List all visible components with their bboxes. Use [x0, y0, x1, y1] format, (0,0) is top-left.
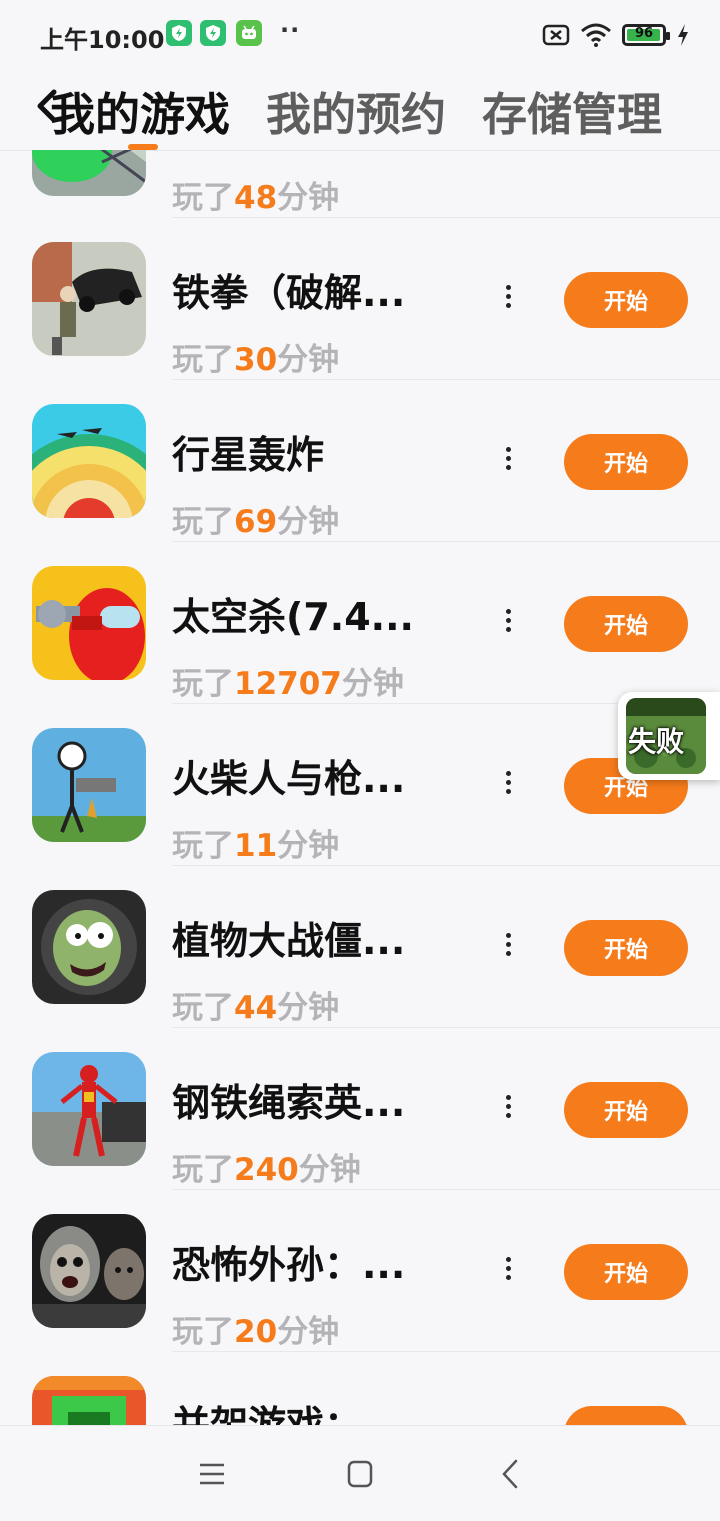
start-button[interactable]: 开始	[564, 596, 688, 652]
game-icon[interactable]	[32, 242, 146, 356]
game-title: 铁拳（破解...	[172, 271, 406, 315]
play-time: 玩了48分钟	[172, 180, 340, 216]
menu-icon[interactable]	[192, 1456, 232, 1492]
list-item[interactable]: 玩了48分钟 开始	[0, 150, 720, 232]
more-options-icon[interactable]	[496, 605, 520, 645]
sim-off-icon	[542, 24, 570, 46]
play-time: 玩了20分钟	[172, 1314, 340, 1350]
game-icon[interactable]	[32, 1376, 146, 1425]
play-time: 玩了240分钟	[172, 1152, 361, 1188]
game-title: 行星轰炸	[172, 433, 325, 477]
more-options-icon[interactable]	[496, 443, 520, 483]
list-item[interactable]: 行星轰炸 玩了69分钟 开始	[0, 394, 720, 556]
tab-my-games[interactable]: 我的游戏	[50, 78, 230, 143]
charging-icon	[678, 24, 688, 46]
start-button[interactable]: 开始	[564, 1244, 688, 1300]
wifi-icon	[581, 23, 611, 47]
play-time: 玩了69分钟	[172, 504, 340, 540]
game-icon[interactable]	[32, 566, 146, 680]
start-button[interactable]: 开始	[564, 272, 688, 328]
start-button[interactable]	[564, 1406, 688, 1425]
list-item[interactable]: 太空杀(7.4... 玩了12707分钟 开始	[0, 556, 720, 718]
status-bar: 上午10:00 ·· 96	[0, 0, 720, 70]
game-title: 太空杀(7.4...	[172, 595, 414, 639]
list-item[interactable]: 并架游戏：	[0, 1366, 720, 1425]
game-icon[interactable]	[32, 1052, 146, 1166]
system-nav-bar	[0, 1425, 720, 1521]
game-icon[interactable]	[32, 150, 146, 196]
tab-storage-management[interactable]: 存储管理	[482, 78, 662, 143]
play-time: 玩了12707分钟	[172, 666, 404, 702]
more-options-icon[interactable]	[496, 1253, 520, 1293]
game-icon[interactable]	[32, 890, 146, 1004]
more-options-icon[interactable]	[496, 281, 520, 321]
game-icon[interactable]	[32, 728, 146, 842]
more-options-icon[interactable]	[496, 1091, 520, 1131]
game-title: 并架游戏：	[172, 1403, 363, 1425]
game-title: 钢铁绳索英...	[172, 1081, 406, 1125]
header: 我的游戏 我的预约 存储管理	[0, 70, 720, 151]
back-icon[interactable]	[492, 1456, 532, 1492]
android-app-icon	[236, 20, 262, 46]
game-title: 火柴人与枪...	[172, 757, 406, 801]
play-time: 玩了44分钟	[172, 990, 340, 1026]
more-options-icon[interactable]	[496, 929, 520, 969]
floating-status-label: 失败	[628, 725, 685, 758]
list-item[interactable]: 火柴人与枪... 玩了11分钟 开始	[0, 718, 720, 880]
more-options-icon[interactable]	[496, 767, 520, 807]
game-icon[interactable]	[32, 1214, 146, 1328]
game-title: 植物大战僵...	[172, 919, 406, 963]
play-time: 玩了11分钟	[172, 828, 340, 864]
list-item[interactable]: 钢铁绳索英... 玩了240分钟 开始	[0, 1042, 720, 1204]
vpn-shield-icon	[166, 20, 192, 46]
more-dots-icon: ··	[280, 16, 301, 44]
game-list: 玩了48分钟 开始 铁拳（破解... 玩了30分钟 开始 行星轰炸 玩了69分钟…	[0, 150, 720, 1425]
home-icon[interactable]	[340, 1456, 380, 1492]
game-icon[interactable]	[32, 404, 146, 518]
game-title: 恐怖外孙：...	[172, 1243, 406, 1287]
list-item[interactable]: 铁拳（破解... 玩了30分钟 开始	[0, 232, 720, 394]
floating-game-widget[interactable]: 失败	[618, 692, 720, 780]
start-button[interactable]: 开始	[564, 434, 688, 490]
start-button[interactable]: 开始	[564, 1082, 688, 1138]
play-time: 玩了30分钟	[172, 342, 340, 378]
vpn-shield-icon	[200, 20, 226, 46]
battery-icon: 96	[622, 24, 670, 46]
list-item[interactable]: 植物大战僵... 玩了44分钟 开始	[0, 880, 720, 1042]
status-time: 上午10:00	[40, 26, 165, 54]
start-button[interactable]: 开始	[564, 920, 688, 976]
battery-level: 96	[634, 26, 654, 41]
tab-my-reservations[interactable]: 我的预约	[266, 78, 446, 143]
list-item[interactable]: 恐怖外孙：... 玩了20分钟 开始	[0, 1204, 720, 1366]
